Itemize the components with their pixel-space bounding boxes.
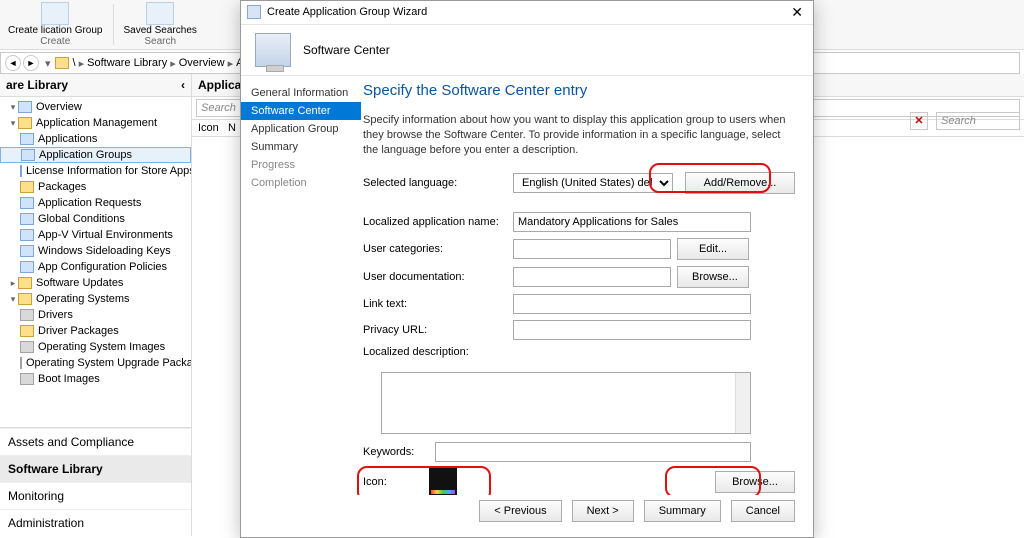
wb-software-library[interactable]: Software Library <box>0 455 191 482</box>
keywords-label: Keywords: <box>363 446 435 458</box>
tree-global-conditions[interactable]: Global Conditions <box>0 211 191 227</box>
tree-app-mgmt[interactable]: ▾Application Management <box>0 115 191 131</box>
nav-back-button[interactable]: ◄ <box>5 55 21 71</box>
page-heading: Specify the Software Center entry <box>363 82 795 99</box>
icon-preview <box>429 468 457 496</box>
tree-application-groups[interactable]: Application Groups <box>0 147 191 163</box>
browse-doc-button[interactable]: Browse... <box>677 266 749 288</box>
tree-packages[interactable]: Packages <box>0 179 191 195</box>
create-app-group-wizard: Create Application Group Wizard ✕ Softwa… <box>240 0 814 538</box>
navpane-title: are Library <box>6 78 68 92</box>
wizard-steps: General Information Software Center Appl… <box>241 76 361 495</box>
banner-graphic <box>255 33 291 67</box>
selected-language-label: Selected language: <box>363 177 513 189</box>
tree-os-images[interactable]: Operating System Images <box>0 339 191 355</box>
keywords-input[interactable] <box>435 442 751 462</box>
browse-icon-button[interactable]: Browse... <box>715 471 795 493</box>
ribbon-saved-searches-label: Saved Searches <box>124 26 197 37</box>
ribbon-search-caption: Search <box>144 36 176 47</box>
tree-appv[interactable]: App-V Virtual Environments <box>0 227 191 243</box>
wb-assets[interactable]: Assets and Compliance <box>0 428 191 455</box>
tree-software-updates[interactable]: ▸Software Updates <box>0 275 191 291</box>
breadcrumb-software-library[interactable]: Software Library <box>87 57 167 69</box>
step-software-center[interactable]: Software Center <box>241 102 361 120</box>
ribbon-saved-searches[interactable]: Saved Searches Search <box>118 0 203 49</box>
breadcrumb-root[interactable]: \ <box>73 57 76 69</box>
tree-applications[interactable]: Applications <box>0 131 191 147</box>
nav-forward-button[interactable]: ► <box>23 55 39 71</box>
localized-name-input[interactable] <box>513 212 751 232</box>
page-description: Specify information about how you want t… <box>363 113 795 158</box>
tree-driver-packages[interactable]: Driver Packages <box>0 323 191 339</box>
grid-col-icon[interactable]: Icon <box>198 122 219 134</box>
localized-desc-label: Localized description: <box>363 346 513 358</box>
selected-language-select[interactable]: English (United States) default <box>513 173 673 193</box>
next-button[interactable]: Next > <box>572 500 634 522</box>
breadcrumb-overview[interactable]: Overview <box>179 57 225 69</box>
link-text-label: Link text: <box>363 298 513 310</box>
banner-title: Software Center <box>303 43 390 57</box>
step-application-group[interactable]: Application Group <box>241 120 361 138</box>
ribbon-create-group-label: Create lication Group <box>8 26 103 37</box>
navpane-collapse-icon[interactable]: ‹ <box>181 78 185 92</box>
tree-app-config[interactable]: App Configuration Policies <box>0 259 191 275</box>
tree-os-upgrade[interactable]: Operating System Upgrade Packages <box>0 355 191 371</box>
user-categories-label: User categories: <box>363 243 513 255</box>
tree-app-requests[interactable]: Application Requests <box>0 195 191 211</box>
tree-overview[interactable]: ▾Overview <box>0 99 191 115</box>
cancel-button[interactable]: Cancel <box>731 500 795 522</box>
dialog-title: Create Application Group Wizard <box>267 6 427 18</box>
wb-administration[interactable]: Administration <box>0 509 191 536</box>
close-button[interactable]: ✕ <box>787 4 807 21</box>
grid-col-name[interactable]: N <box>228 122 236 134</box>
step-progress: Progress <box>241 156 361 174</box>
dialog-icon <box>247 5 261 19</box>
user-doc-label: User documentation: <box>363 271 513 283</box>
edit-categories-button[interactable]: Edit... <box>677 238 749 260</box>
icon-label: Icon: <box>363 476 423 488</box>
tree-boot-images[interactable]: Boot Images <box>0 371 191 387</box>
step-summary[interactable]: Summary <box>241 138 361 156</box>
tree-os[interactable]: ▾Operating Systems <box>0 291 191 307</box>
privacy-url-input[interactable] <box>513 320 751 340</box>
ribbon-create-caption: Create <box>40 36 70 47</box>
privacy-url-label: Privacy URL: <box>363 324 513 336</box>
link-text-input[interactable] <box>513 294 751 314</box>
tree-license-info[interactable]: License Information for Store Apps <box>0 163 191 179</box>
folder-icon <box>55 57 69 69</box>
ribbon-create-group[interactable]: Create lication Group Create <box>2 0 109 49</box>
textarea-scrollbar[interactable] <box>735 373 750 433</box>
right-search-input[interactable]: Search <box>936 112 1020 130</box>
localized-desc-textarea[interactable] <box>381 372 751 434</box>
user-categories-input[interactable] <box>513 239 671 259</box>
add-remove-button[interactable]: Add/Remove... <box>685 172 795 194</box>
step-general[interactable]: General Information <box>241 84 361 102</box>
previous-button[interactable]: < Previous <box>479 500 561 522</box>
wb-monitoring[interactable]: Monitoring <box>0 482 191 509</box>
clear-search-button[interactable]: ✕ <box>910 112 928 130</box>
nav-tree[interactable]: ▾Overview ▾Application Management Applic… <box>0 97 191 427</box>
user-doc-input[interactable] <box>513 267 671 287</box>
tree-drivers[interactable]: Drivers <box>0 307 191 323</box>
step-completion: Completion <box>241 174 361 192</box>
localized-name-label: Localized application name: <box>363 216 513 228</box>
summary-button[interactable]: Summary <box>644 500 721 522</box>
tree-sideloading[interactable]: Windows Sideloading Keys <box>0 243 191 259</box>
